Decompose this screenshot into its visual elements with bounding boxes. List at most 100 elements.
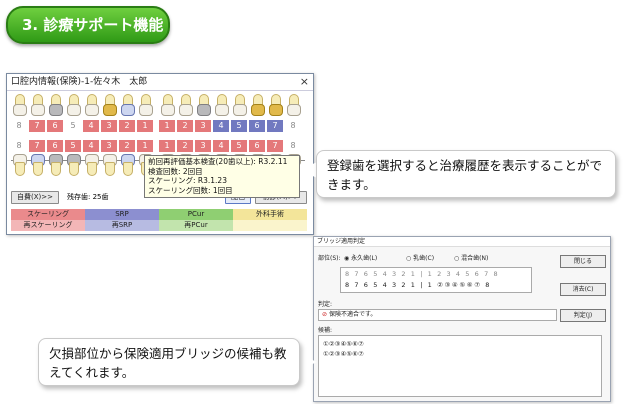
tooth-selection-grid[interactable]: 8 7 6 5 4 3 2 1 | 1 2 3 4 5 6 7 8 8 7 6 … — [340, 267, 532, 293]
tooth-icon[interactable] — [11, 94, 27, 116]
tooth-icon[interactable] — [119, 94, 135, 116]
tooth-number[interactable]: 4 — [213, 140, 229, 152]
radio-selected-icon: ◉ — [344, 255, 350, 262]
tooth-number[interactable]: 1 — [159, 140, 175, 152]
tooth-number[interactable]: 2 — [119, 120, 135, 132]
tooth-icon[interactable] — [83, 94, 99, 116]
radio-label: 永久歯(L) — [351, 255, 378, 262]
tooth-number[interactable]: 8 — [285, 120, 301, 132]
error-icon: ⊘ — [322, 311, 328, 318]
tooth-number[interactable]: 2 — [177, 140, 193, 152]
legend-resrp: 再SRP — [85, 220, 159, 231]
tooth-number[interactable]: 2 — [177, 120, 193, 132]
tooth-number[interactable]: 6 — [47, 140, 63, 152]
tooth-number[interactable]: 1 — [159, 120, 175, 132]
legend-pcur: PCur — [159, 209, 233, 220]
candidates-list[interactable]: ①②③④⑤⑥⑦ ①②③④⑤⑥⑦ — [318, 335, 602, 397]
lower-number-row: 8 7 6 5 4 3 2 1 1 2 3 4 5 6 7 8 — [11, 140, 305, 152]
tooth-number[interactable]: 6 — [249, 140, 265, 152]
tooth-icon[interactable] — [213, 94, 229, 116]
tooth-icon[interactable] — [11, 154, 27, 176]
tooth-number[interactable]: 7 — [267, 120, 283, 132]
tooth-number[interactable]: 8 — [11, 120, 27, 132]
radio-icon: ○ — [406, 255, 412, 262]
tooltip-line: スケーリング回数: 1回目 — [148, 185, 233, 195]
radio-primary[interactable]: ○ 乳歯(C) — [406, 253, 434, 262]
candidate-item[interactable]: ①②③④⑤⑥⑦ — [323, 350, 364, 358]
tooth-icon[interactable] — [195, 94, 211, 116]
callout-bridge: 欠損部位から保険適用ブリッジの候補も教えてくれます。 — [38, 338, 300, 386]
tooth-number[interactable]: 2 — [119, 140, 135, 152]
callout-history: 登録歯を選択すると治療履歴を表示することができます。 — [316, 150, 616, 198]
tooth-icon[interactable] — [137, 94, 153, 116]
tooth-number[interactable]: 7 — [29, 120, 45, 132]
tooth-number[interactable]: 5 — [65, 120, 81, 132]
legend-srp: SRP — [85, 209, 159, 220]
judge-button[interactable]: 判定(J) — [560, 309, 606, 322]
judge-result: 保険不適合です。 — [328, 311, 377, 318]
tooth-number[interactable]: 4 — [83, 120, 99, 132]
tooth-number[interactable]: 3 — [101, 140, 117, 152]
upper-teeth[interactable] — [11, 94, 305, 116]
tooth-number[interactable]: 1 — [137, 140, 153, 152]
self-pay-button[interactable]: 自費(X)>> — [11, 191, 59, 204]
tooltip-line: スケーリング: R3.1.23 — [148, 176, 227, 185]
candidate-item[interactable]: ①②③④⑤⑥⑦ — [323, 340, 364, 348]
tooth-number[interactable]: 1 — [137, 120, 153, 132]
tooth-number[interactable]: 3 — [195, 120, 211, 132]
tooth-number[interactable]: 4 — [213, 120, 229, 132]
tooth-icon[interactable] — [119, 154, 135, 176]
tooth-number[interactable]: 7 — [267, 140, 283, 152]
tooth-icon[interactable] — [231, 94, 247, 116]
treatment-history-tooltip: 前回再評価基本検査(20歯以上): R3.2.11 検査回数: 2回目 スケーリ… — [144, 155, 300, 198]
close-icon[interactable]: × — [300, 74, 309, 90]
treatment-legend: スケーリング SRP PCur 外科手術 再スケーリング 再SRP 再PCur — [11, 209, 307, 231]
close-button[interactable]: 閉じる — [560, 255, 606, 268]
tooth-icon[interactable] — [249, 94, 265, 116]
tooth-number[interactable]: 5 — [231, 120, 247, 132]
tooth-number[interactable]: 5 — [65, 140, 81, 152]
tooth-number[interactable]: 6 — [47, 120, 63, 132]
radio-label: 混合歯(N) — [461, 255, 489, 262]
radio-label: 乳歯(C) — [413, 255, 435, 262]
tooth-number[interactable]: 3 — [195, 140, 211, 152]
tooltip-line: 検査回数: 2回目 — [148, 166, 203, 176]
tooth-number[interactable]: 6 — [249, 120, 265, 132]
bridge-judgement-window: ブリッジ適用判定 部位(S): ◉ 永久歯(L) ○ 乳歯(C) ○ 混合歯(N… — [313, 236, 611, 402]
tooth-icon[interactable] — [47, 154, 63, 176]
callout-pointer — [299, 354, 317, 370]
radio-icon: ○ — [454, 255, 460, 262]
upper-row: 8 7 6 5 4 3 2 1 | 1 2 3 4 5 6 7 8 — [345, 270, 500, 278]
tooth-icon[interactable] — [29, 94, 45, 116]
tooth-icon[interactable] — [29, 154, 45, 176]
lower-row: 8 7 6 5 4 3 2 1 | 1 ②③④⑤⑥⑦ 8 — [345, 281, 492, 289]
tooth-icon[interactable] — [285, 94, 301, 116]
tooth-icon[interactable] — [101, 154, 117, 176]
tooth-icon[interactable] — [65, 94, 81, 116]
radio-permanent[interactable]: ◉ 永久歯(L) — [344, 253, 377, 262]
judge-label: 判定: — [318, 301, 333, 308]
tooth-icon[interactable] — [47, 94, 63, 116]
judge-result-field: ⊘ 保険不適合です。 — [318, 309, 557, 321]
legend-empty — [233, 220, 307, 231]
candidates-label: 候補: — [318, 327, 333, 334]
tooth-icon[interactable] — [177, 94, 193, 116]
tooth-number[interactable]: 5 — [231, 140, 247, 152]
tooth-icon[interactable] — [65, 154, 81, 176]
tooth-number[interactable]: 8 — [11, 140, 27, 152]
tooth-number[interactable]: 8 — [285, 140, 301, 152]
tooth-icon[interactable] — [101, 94, 117, 116]
site-label: 部位(S): — [318, 255, 341, 262]
tooth-number[interactable]: 7 — [29, 140, 45, 152]
tooth-icon[interactable] — [83, 154, 99, 176]
tooth-number[interactable]: 3 — [101, 120, 117, 132]
tooth-icon[interactable] — [159, 94, 175, 116]
clear-button[interactable]: 消去(C) — [560, 283, 606, 296]
window-title: 口腔内情報(保険)-1-佐々木 太郎 — [7, 74, 313, 91]
tooth-number[interactable]: 4 — [83, 140, 99, 152]
remaining-teeth-count: 残存歯: 25歯 — [67, 193, 109, 201]
tooth-icon[interactable] — [267, 94, 283, 116]
legend-surgery: 外科手術 — [233, 209, 307, 220]
callout-pointer — [300, 162, 317, 178]
radio-mixed[interactable]: ○ 混合歯(N) — [454, 253, 488, 262]
